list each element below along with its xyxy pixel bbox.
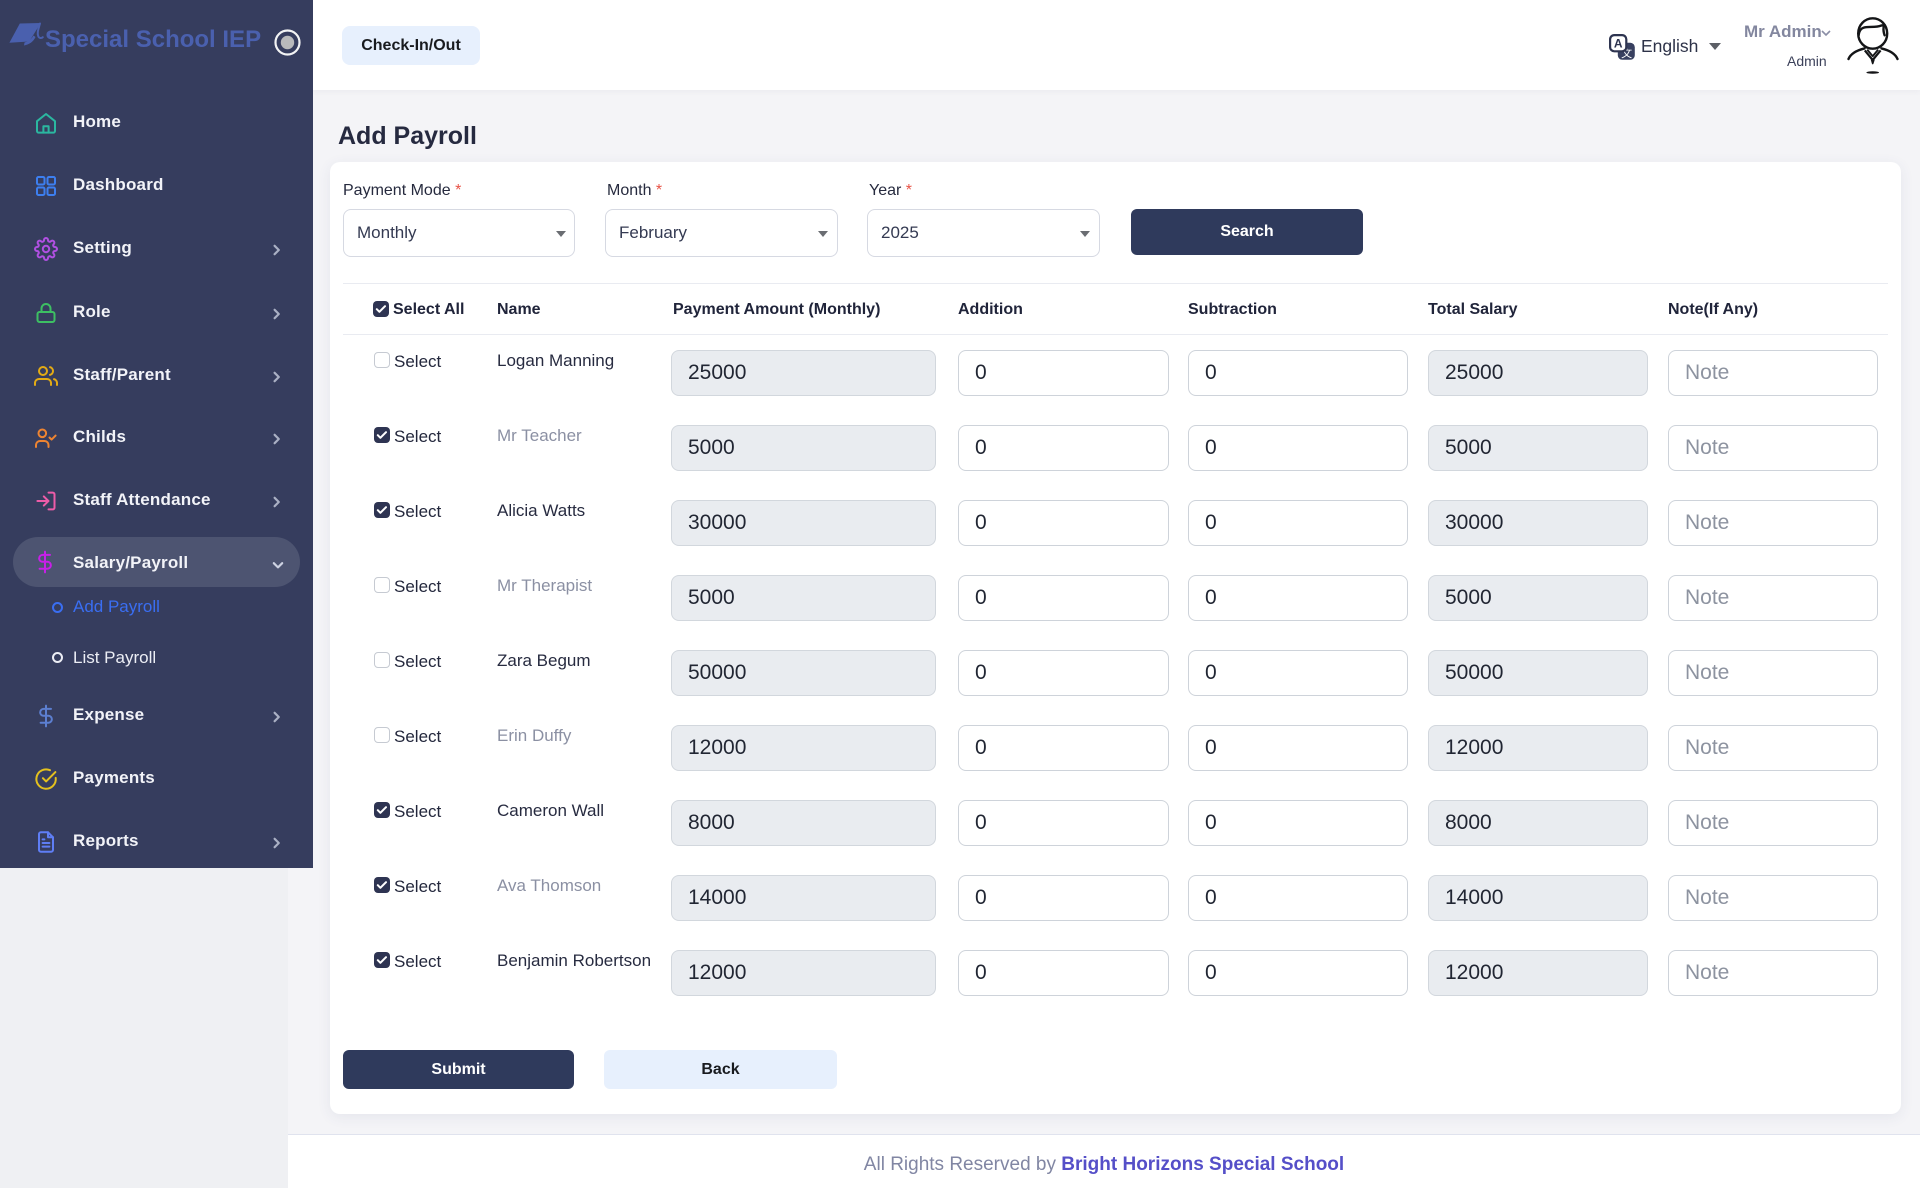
svg-text:A: A: [1614, 36, 1623, 50]
